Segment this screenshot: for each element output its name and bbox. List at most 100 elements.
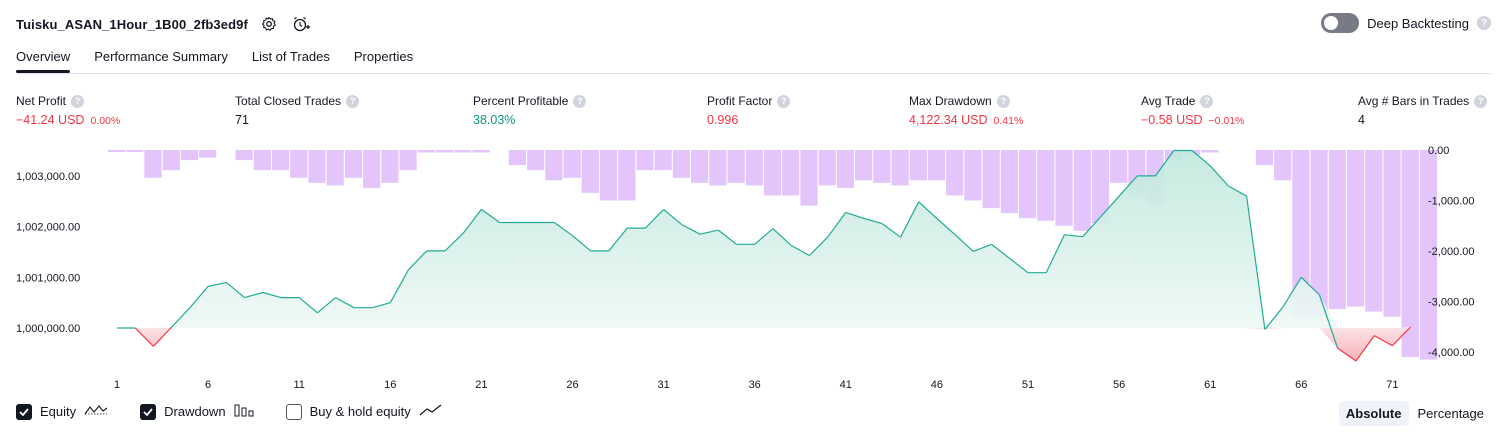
metric-max-drawdown: Max Drawdown? 4,122.34 USD 0.41% xyxy=(909,94,1023,127)
metric-percent: 0.00% xyxy=(90,115,121,127)
equity-loss-area xyxy=(117,328,1411,361)
x-axis-tick: 56 xyxy=(1113,379,1125,391)
drawdown-bar xyxy=(654,150,672,171)
drawdown-bar xyxy=(545,150,563,181)
deep-backtesting-toggle[interactable] xyxy=(1321,13,1360,33)
metric-percent: 0.41% xyxy=(993,115,1024,127)
left-axis-tick: 1,002,000.00 xyxy=(16,222,80,234)
drawdown-bar xyxy=(472,150,490,153)
right-axis-tick: -1,000.00 xyxy=(1428,196,1474,208)
left-axis-tick: 1,001,000.00 xyxy=(16,272,80,284)
legend-buy-hold-label: Buy & hold equity xyxy=(309,404,411,419)
drawdown-bar xyxy=(599,150,618,201)
add-alert-icon[interactable] xyxy=(290,13,312,35)
drawdown-checkbox[interactable] xyxy=(140,403,157,420)
buy-hold-checkbox[interactable] xyxy=(285,403,302,420)
left-axis: 1,003,000.00 1,002,000.00 1,001,000.00 1,00… xyxy=(16,171,80,335)
percentage-button[interactable]: Percentage xyxy=(1411,401,1492,426)
tab-list-of-trades[interactable]: List of Trades xyxy=(252,46,330,73)
x-axis: 1 6 11 16 21 26 31 36 41 46 51 56 61 66 71 xyxy=(114,379,1399,391)
drawdown-bar xyxy=(235,150,253,161)
drawdown-bar xyxy=(381,150,399,183)
drawdown-bar xyxy=(909,150,927,181)
info-icon[interactable]: ? xyxy=(1200,94,1214,108)
info-icon[interactable]: ? xyxy=(573,94,587,108)
metric-value: −41.24 USD xyxy=(16,113,85,127)
legend-equity[interactable]: Equity xyxy=(16,403,108,420)
drawdown-bar xyxy=(1383,150,1401,317)
drawdown-bar xyxy=(1110,150,1128,183)
drawdown-bar xyxy=(782,150,800,196)
tab-bar: Overview Performance Summary List of Tra… xyxy=(16,46,437,73)
drawdown-bar xyxy=(745,150,763,186)
metric-value: 4,122.34 USD xyxy=(909,113,988,127)
drawdown-bar xyxy=(508,150,526,166)
absolute-button[interactable]: Absolute xyxy=(1338,401,1409,426)
equity-checkbox[interactable] xyxy=(16,403,32,420)
x-axis-tick: 11 xyxy=(293,379,304,391)
drawdown-bars-icon xyxy=(234,403,254,420)
x-axis-tick: 41 xyxy=(840,379,852,391)
drawdown-bar xyxy=(436,150,454,153)
drawdown-bar xyxy=(527,150,545,171)
metric-avg-trade: Avg Trade? −0.58 USD −0.01% xyxy=(1141,94,1244,127)
x-axis-tick: 21 xyxy=(475,379,487,391)
drawdown-bar xyxy=(873,150,891,183)
drawdown-bar xyxy=(709,150,727,186)
drawdown-bar xyxy=(417,150,435,153)
help-icon[interactable]: ? xyxy=(1477,16,1491,30)
left-axis-tick: 1,003,000.00 xyxy=(16,171,80,183)
drawdown-bar xyxy=(855,150,873,181)
drawdown-bar xyxy=(399,150,417,171)
x-axis-tick: 51 xyxy=(1022,379,1034,391)
drawdown-bar xyxy=(180,150,199,161)
info-icon[interactable]: ? xyxy=(346,94,360,108)
x-axis-tick: 31 xyxy=(657,379,669,391)
left-axis-tick: 1,000,000.00 xyxy=(16,323,80,335)
tab-properties[interactable]: Properties xyxy=(354,46,413,73)
metric-label: Profit Factor xyxy=(707,94,773,108)
x-axis-tick: 46 xyxy=(931,379,943,391)
drawdown-bar xyxy=(108,150,126,152)
info-icon[interactable]: ? xyxy=(71,94,85,108)
info-icon[interactable]: ? xyxy=(1474,94,1488,108)
metric-label: Net Profit xyxy=(16,94,67,108)
chart-legend: Equity Drawdown Buy & hold equity xyxy=(16,403,475,420)
metric-percent: −0.01% xyxy=(1208,115,1245,127)
tab-performance-summary[interactable]: Performance Summary xyxy=(94,46,228,73)
x-axis-tick: 66 xyxy=(1295,379,1307,391)
x-axis-tick: 61 xyxy=(1204,379,1216,391)
right-axis-tick: -2,000.00 xyxy=(1428,246,1474,258)
tab-divider xyxy=(16,73,1491,74)
drawdown-bar xyxy=(326,150,344,186)
tab-overview[interactable]: Overview xyxy=(16,46,71,73)
drawdown-bar xyxy=(1000,150,1018,214)
drawdown-bar xyxy=(891,150,909,186)
drawdown-bar xyxy=(1255,150,1274,166)
metric-label: Max Drawdown xyxy=(909,94,992,108)
legend-drawdown[interactable]: Drawdown xyxy=(140,403,254,420)
drawdown-bar xyxy=(800,150,818,206)
drawdown-bar xyxy=(1019,150,1037,219)
x-axis-tick: 1 xyxy=(114,379,120,391)
info-icon[interactable]: ? xyxy=(777,94,791,108)
equity-drawdown-chart[interactable]: 1,003,000.00 1,002,000.00 1,001,000.00 1,00… xyxy=(0,140,1507,395)
legend-buy-hold[interactable]: Buy & hold equity xyxy=(285,403,443,420)
gear-icon[interactable] xyxy=(258,13,280,35)
drawdown-bar xyxy=(144,150,162,178)
drawdown-bar xyxy=(1328,150,1346,310)
metric-label: Avg # Bars in Trades xyxy=(1358,94,1470,108)
drawdown-bar xyxy=(763,150,782,196)
drawdown-bar xyxy=(308,150,326,183)
metric-value: 38.03% xyxy=(473,113,516,127)
equity-line-icon xyxy=(84,403,108,420)
right-axis-tick: 0.00 xyxy=(1428,145,1449,157)
x-axis-tick: 6 xyxy=(205,379,211,391)
drawdown-bar xyxy=(1055,150,1073,226)
buy-hold-line-icon xyxy=(419,403,443,420)
info-icon[interactable]: ? xyxy=(996,94,1010,108)
x-axis-tick: 16 xyxy=(384,379,396,391)
drawdown-bar xyxy=(1401,150,1419,358)
metric-value: −0.58 USD xyxy=(1141,113,1203,127)
drawdown-bar xyxy=(454,150,472,153)
